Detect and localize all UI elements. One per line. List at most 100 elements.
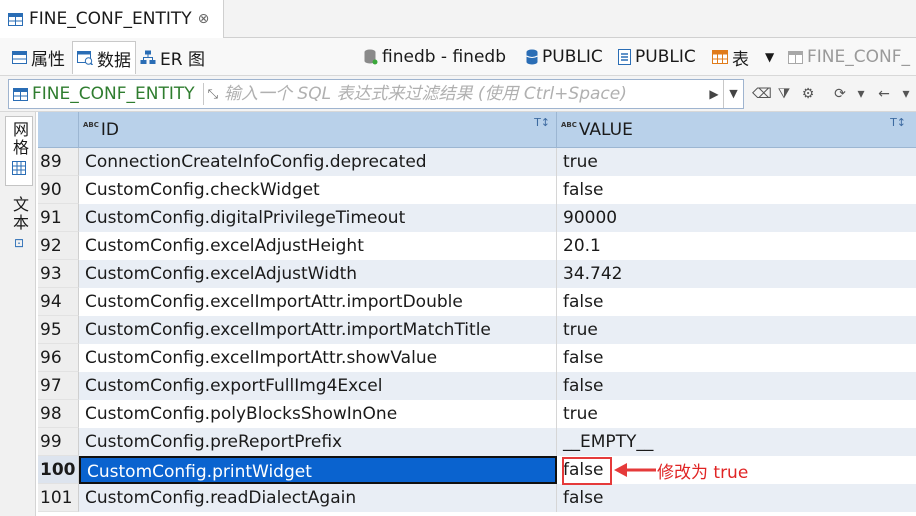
row-number: 96 bbox=[38, 344, 79, 372]
cell-id[interactable]: CustomConfig.digitalPrivilegeTimeout bbox=[79, 204, 557, 232]
properties-icon bbox=[12, 51, 27, 64]
table-row[interactable]: 96 CustomConfig.excelImportAttr.showValu… bbox=[38, 344, 916, 372]
expand-icon[interactable]: ⤡ bbox=[208, 87, 218, 102]
chevron-down-icon[interactable]: ▼ bbox=[765, 50, 774, 64]
annotation-highlight-box bbox=[562, 457, 612, 485]
editor-tabstrip: FINE_CONF_ENTITY ⊗ bbox=[0, 0, 916, 38]
play-icon[interactable]: ▶ bbox=[705, 87, 723, 101]
cell-id[interactable]: CustomConfig.checkWidget bbox=[79, 176, 557, 204]
side-tab-text[interactable]: 文本 ⊡ bbox=[5, 196, 33, 260]
annotation-arrow-icon bbox=[614, 463, 656, 477]
table-row[interactable]: 91 CustomConfig.digitalPrivilegeTimeout … bbox=[38, 204, 916, 232]
cell-value[interactable]: 90000 bbox=[557, 204, 912, 232]
cell-value[interactable]: false bbox=[557, 344, 912, 372]
filter-input[interactable] bbox=[224, 81, 705, 107]
cell-id[interactable]: CustomConfig.excelAdjustWidth bbox=[79, 260, 557, 288]
tab-data[interactable]: 数据 bbox=[72, 41, 136, 74]
close-icon[interactable]: ⊗ bbox=[198, 11, 210, 27]
cell-value[interactable]: 20.1 bbox=[557, 232, 912, 260]
breadcrumb-object-label: FINE_CONF_ bbox=[807, 47, 910, 67]
sort-icon[interactable]: T↕ bbox=[534, 116, 550, 129]
column-header-id[interactable]: ABC ID T↕ bbox=[79, 112, 557, 148]
row-number: 95 bbox=[38, 316, 79, 344]
cell-id[interactable]: CustomConfig.readDialectAgain bbox=[79, 484, 557, 512]
table-icon bbox=[13, 87, 28, 101]
side-tab-text-label: 文本 bbox=[10, 196, 29, 232]
cell-id-selected[interactable]: CustomConfig.printWidget bbox=[79, 456, 557, 484]
side-tab-grid-label: 网格 bbox=[10, 121, 29, 157]
cell-value[interactable]: false bbox=[557, 372, 912, 400]
table-row[interactable]: 98 CustomConfig.polyBlocksShowInOne true bbox=[38, 400, 916, 428]
filter-icon[interactable]: ⧩ bbox=[774, 84, 794, 104]
table-row[interactable]: 89 ConnectionCreateInfoConfig.deprecated… bbox=[38, 148, 916, 176]
cell-id[interactable]: CustomConfig.polyBlocksShowInOne bbox=[79, 400, 557, 428]
cell-value[interactable]: false bbox=[557, 484, 912, 512]
breadcrumb-schema[interactable]: PUBLIC bbox=[618, 42, 696, 72]
cell-value[interactable]: true bbox=[557, 316, 912, 344]
view-toolbar: 属性 数据 ER 图 finedb - finedb PUBLIC PUBLIC… bbox=[0, 38, 916, 76]
back-icon[interactable]: ← bbox=[874, 84, 894, 104]
breadcrumb-object[interactable]: FINE_CONF_ bbox=[788, 42, 910, 72]
column-header-value[interactable]: ABC VALUE T↕ bbox=[557, 112, 916, 148]
table-row[interactable]: 94 CustomConfig.excelImportAttr.importDo… bbox=[38, 288, 916, 316]
chevron-down-icon[interactable]: ▾ bbox=[851, 84, 871, 104]
tab-er-diagram-label: ER 图 bbox=[160, 50, 205, 70]
table-row[interactable]: 92 CustomConfig.excelAdjustHeight 20.1 bbox=[38, 232, 916, 260]
cell-value[interactable]: false bbox=[557, 288, 912, 316]
string-type-icon: ABC bbox=[83, 121, 99, 129]
side-tab-grid[interactable]: 网格 bbox=[5, 116, 33, 186]
grid-icon bbox=[12, 161, 26, 175]
cell-id[interactable]: CustomConfig.excelImportAttr.importMatch… bbox=[79, 316, 557, 344]
table-row-selected[interactable]: 100 CustomConfig.printWidget false bbox=[38, 456, 916, 484]
row-number: 98 bbox=[38, 400, 79, 428]
row-number: 93 bbox=[38, 260, 79, 288]
filter-entity[interactable]: FINE_CONF_ENTITY bbox=[9, 80, 199, 108]
table-row[interactable]: 95 CustomConfig.excelImportAttr.importMa… bbox=[38, 316, 916, 344]
chevron-down-icon[interactable]: ▾ bbox=[896, 84, 916, 104]
breadcrumb-catalog[interactable]: PUBLIC bbox=[526, 42, 603, 72]
tab-er-diagram[interactable]: ER 图 bbox=[136, 41, 209, 74]
divider bbox=[202, 83, 204, 105]
cell-id[interactable]: CustomConfig.preReportPrefix bbox=[79, 428, 557, 456]
cell-value[interactable]: false bbox=[557, 176, 912, 204]
cell-id[interactable]: CustomConfig.excelImportAttr.showValue bbox=[79, 344, 557, 372]
grid-header: ABC ID T↕ ABC VALUE T↕ bbox=[38, 112, 916, 148]
table-row[interactable]: 93 CustomConfig.excelAdjustWidth 34.742 bbox=[38, 260, 916, 288]
breadcrumb-object-type[interactable]: 表 bbox=[712, 42, 749, 72]
cell-id[interactable]: CustomConfig.excelAdjustHeight bbox=[79, 232, 557, 260]
row-number: 97 bbox=[38, 372, 79, 400]
table-row[interactable]: 101 CustomConfig.readDialectAgain false bbox=[38, 484, 916, 512]
er-diagram-icon bbox=[140, 50, 156, 64]
cell-value[interactable]: 34.742 bbox=[557, 260, 912, 288]
cell-id[interactable]: ConnectionCreateInfoConfig.deprecated bbox=[79, 148, 557, 176]
cell-id[interactable]: CustomConfig.excelImportAttr.importDoubl… bbox=[79, 288, 557, 316]
breadcrumb-schema-label: PUBLIC bbox=[635, 47, 696, 67]
schema-icon bbox=[618, 49, 631, 65]
row-number: 99 bbox=[38, 428, 79, 456]
cell-value[interactable]: true bbox=[557, 400, 912, 428]
eraser-icon[interactable]: ⌫ bbox=[752, 84, 772, 104]
side-panel: 网格 文本 ⊡ bbox=[0, 112, 36, 516]
table-icon bbox=[8, 12, 23, 26]
cell-value[interactable]: __EMPTY__ bbox=[557, 428, 912, 456]
tab-properties[interactable]: 属性 bbox=[8, 41, 69, 74]
cell-value[interactable]: true bbox=[557, 148, 912, 176]
breadcrumb-datasource[interactable]: finedb - finedb bbox=[364, 42, 506, 72]
table-row[interactable]: 99 CustomConfig.preReportPrefix __EMPTY_… bbox=[38, 428, 916, 456]
filter-toolbar: FINE_CONF_ENTITY ⤡ ▶ ▼ ⌫ ⧩ ⚙ ⟳ ▾ ← ▾ bbox=[0, 76, 916, 112]
table-folder-icon bbox=[712, 50, 728, 64]
table-row[interactable]: 97 CustomConfig.exportFullImg4Excel fals… bbox=[38, 372, 916, 400]
refresh-icon[interactable]: ⟳ bbox=[830, 84, 850, 104]
sort-icon[interactable]: T↕ bbox=[890, 116, 906, 129]
filter-entity-label: FINE_CONF_ENTITY bbox=[32, 84, 195, 104]
cell-id[interactable]: CustomConfig.exportFullImg4Excel bbox=[79, 372, 557, 400]
editor-tab-fine-conf-entity[interactable]: FINE_CONF_ENTITY ⊗ bbox=[0, 0, 224, 38]
filter-settings-icon[interactable]: ⚙ bbox=[798, 84, 818, 104]
table-row[interactable]: 90 CustomConfig.checkWidget false bbox=[38, 176, 916, 204]
annotation-text: 修改为 true bbox=[657, 463, 749, 483]
database-connection-icon bbox=[364, 49, 378, 65]
row-number: 100 bbox=[38, 456, 79, 484]
table-icon bbox=[788, 50, 803, 64]
history-dropdown-icon[interactable]: ▼ bbox=[723, 80, 743, 108]
row-number: 94 bbox=[38, 288, 79, 316]
